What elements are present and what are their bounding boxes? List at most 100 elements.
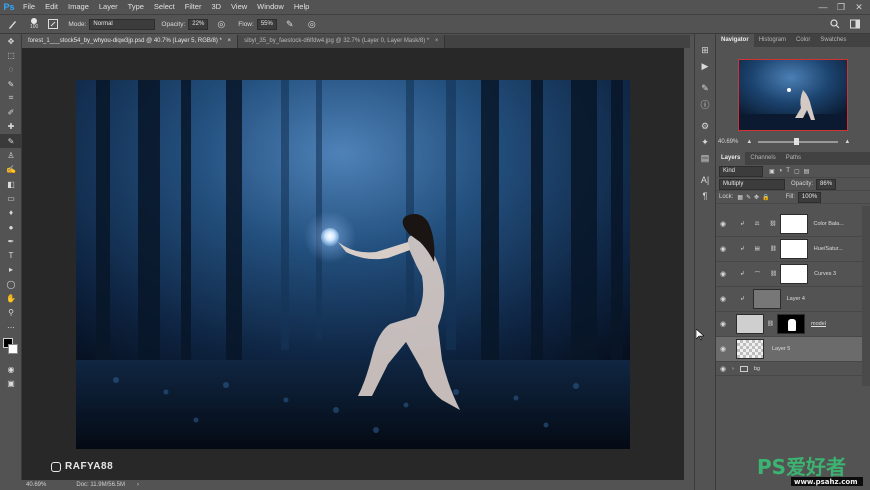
visibility-eye-icon[interactable]: ◉ xyxy=(716,295,730,303)
healing-tool-icon[interactable]: ✚ xyxy=(0,120,22,134)
menu-window[interactable]: Window xyxy=(252,0,289,14)
zoom-out-icon[interactable]: ▲ xyxy=(746,139,752,145)
menu-help[interactable]: Help xyxy=(289,0,314,14)
search-icon[interactable] xyxy=(828,17,842,31)
layer-mask-thumb[interactable] xyxy=(779,214,808,234)
menu-edit[interactable]: Edit xyxy=(40,0,63,14)
libraries-panel-icon[interactable]: ▤ xyxy=(695,150,715,166)
filter-smart-icon[interactable]: ▤ xyxy=(804,168,810,175)
hand-tool-icon[interactable]: ✋ xyxy=(0,291,22,305)
dodge-tool-icon[interactable]: ● xyxy=(0,220,22,234)
layer-thumb[interactable] xyxy=(752,289,781,309)
history-brush-tool-icon[interactable]: ✍ xyxy=(0,163,22,177)
tab-paths[interactable]: Paths xyxy=(781,152,806,165)
menu-file[interactable]: File xyxy=(18,0,40,14)
tab-close-icon[interactable]: × xyxy=(435,38,439,44)
brush-tool-icon[interactable]: ✎ xyxy=(0,134,22,149)
mask-link-icon[interactable]: ⛓ xyxy=(770,221,777,227)
menu-filter[interactable]: Filter xyxy=(180,0,207,14)
opacity-field[interactable]: 22% xyxy=(188,18,209,30)
actions-panel-icon[interactable]: ▶ xyxy=(695,58,715,74)
tab-layers[interactable]: Layers xyxy=(716,152,746,165)
visibility-eye-icon[interactable]: ◉ xyxy=(716,345,730,353)
adjustments-panel-icon[interactable]: ⚙ xyxy=(695,118,715,134)
menu-view[interactable]: View xyxy=(226,0,252,14)
slider-thumb-icon[interactable] xyxy=(794,138,800,145)
layer-thumb[interactable] xyxy=(736,339,764,359)
pressure-opacity-icon[interactable]: ◎ xyxy=(214,17,228,31)
move-tool-icon[interactable]: ✥ xyxy=(0,34,22,48)
blend-mode-select[interactable]: Multiply xyxy=(719,178,785,190)
expand-chevron-icon[interactable]: › xyxy=(732,366,734,372)
brush-tool-preset-icon[interactable] xyxy=(6,17,20,31)
layer-row-layer-5[interactable]: ◉ Layer 5 xyxy=(716,337,862,362)
close-window-button[interactable]: ✕ xyxy=(850,0,868,14)
filter-type-icon[interactable]: T xyxy=(786,168,790,174)
navigator-zoom-slider[interactable] xyxy=(758,138,839,145)
path-select-tool-icon[interactable]: ▸ xyxy=(0,263,22,277)
quick-mask-icon[interactable]: ◉ xyxy=(0,362,22,376)
brushes-panel-icon[interactable]: ✦ xyxy=(695,134,715,150)
brush-size-picker[interactable]: 100 xyxy=(30,18,38,30)
mask-link-icon[interactable]: ⛓ xyxy=(767,321,774,327)
layer-mask-thumb[interactable] xyxy=(780,264,809,284)
pressure-size-icon[interactable]: ◎ xyxy=(305,17,319,31)
info-panel-icon[interactable]: ⓘ xyxy=(695,96,715,112)
color-swatches[interactable] xyxy=(0,334,22,362)
mask-link-icon[interactable]: ⛓ xyxy=(770,271,777,277)
tab-color[interactable]: Color xyxy=(791,34,815,47)
screen-mode-icon[interactable]: ▣ xyxy=(0,377,22,391)
navigator-thumbnail[interactable] xyxy=(738,59,848,131)
filter-shape-icon[interactable]: ▢ xyxy=(794,168,800,175)
filter-pixel-icon[interactable]: ▣ xyxy=(769,168,775,175)
mode-select[interactable]: Normal xyxy=(89,18,156,30)
layer-thumb[interactable] xyxy=(736,314,764,334)
layer-filter-kind[interactable]: Kind xyxy=(719,165,763,177)
tab-histogram[interactable]: Histogram xyxy=(754,34,791,47)
canvas-area[interactable] xyxy=(22,48,684,480)
canvas-artwork[interactable] xyxy=(76,80,630,449)
layer-row-curves[interactable]: ◉ ↲ ⌒ ⛓ Curves 3 xyxy=(716,262,862,287)
status-zoom[interactable]: 40.69% xyxy=(26,482,46,488)
pen-tool-icon[interactable]: ✒ xyxy=(0,234,22,248)
visibility-eye-icon[interactable]: ◉ xyxy=(716,365,730,373)
document-tab-forest[interactable]: forest_1___stock54_by_whyou-diqw3jp.psd … xyxy=(22,35,239,48)
flow-field[interactable]: 55% xyxy=(256,18,277,30)
visibility-eye-icon[interactable]: ◉ xyxy=(716,220,730,228)
type-tool-icon[interactable]: T xyxy=(0,248,22,262)
airbrush-icon[interactable]: ✎ xyxy=(283,17,297,31)
brush-panel-toggle-icon[interactable] xyxy=(46,17,60,31)
tab-navigator[interactable]: Navigator xyxy=(716,34,754,47)
shape-tool-icon[interactable]: ◯ xyxy=(0,277,22,291)
mask-link-icon[interactable]: ⛓ xyxy=(770,246,777,252)
blur-tool-icon[interactable]: ♦ xyxy=(0,206,22,220)
eyedropper-tool-icon[interactable]: ✐ xyxy=(0,105,22,119)
status-arrow-icon[interactable]: › xyxy=(137,482,139,488)
fill-field[interactable]: 100% xyxy=(797,191,822,203)
zoom-tool-icon[interactable]: ⚲ xyxy=(0,306,22,320)
lock-position-icon[interactable]: ✥ xyxy=(754,194,759,201)
tab-close-icon[interactable]: × xyxy=(228,38,232,44)
tab-swatches[interactable]: Swatches xyxy=(815,34,851,47)
tab-channels[interactable]: Channels xyxy=(745,152,780,165)
menu-select[interactable]: Select xyxy=(149,0,180,14)
layers-scrollbar[interactable] xyxy=(862,206,870,386)
layer-row-color-balance[interactable]: ◉ ↲ ⚖ ⛓ Color Bala... xyxy=(716,212,862,237)
clone-stamp-tool-icon[interactable]: ♙ xyxy=(0,148,22,162)
menu-image[interactable]: Image xyxy=(63,0,94,14)
minimize-button[interactable]: — xyxy=(814,0,832,14)
visibility-eye-icon[interactable]: ◉ xyxy=(716,320,730,328)
background-color-icon[interactable] xyxy=(8,344,18,355)
document-tab-sibyl[interactable]: sibyl_35_by_faestock-d6lfdw4.jpg @ 32.7%… xyxy=(238,35,446,48)
zoom-in-icon[interactable]: ▲ xyxy=(844,139,850,145)
crop-tool-icon[interactable]: ⌗ xyxy=(0,91,22,105)
layer-row-layer-4[interactable]: ◉ ↲ Layer 4 xyxy=(716,287,862,312)
gradient-tool-icon[interactable]: ▭ xyxy=(0,191,22,205)
properties-panel-icon[interactable]: ✎ xyxy=(695,80,715,96)
filter-adjustment-icon[interactable]: ◑ xyxy=(779,168,783,174)
navigator-zoom-value[interactable]: 40.69% xyxy=(718,139,738,145)
menu-type[interactable]: Type xyxy=(123,0,149,14)
lock-all-icon[interactable]: 🔒 xyxy=(762,194,769,201)
layer-mask-thumb[interactable] xyxy=(776,314,805,334)
lock-image-icon[interactable]: ✎ xyxy=(746,194,751,201)
